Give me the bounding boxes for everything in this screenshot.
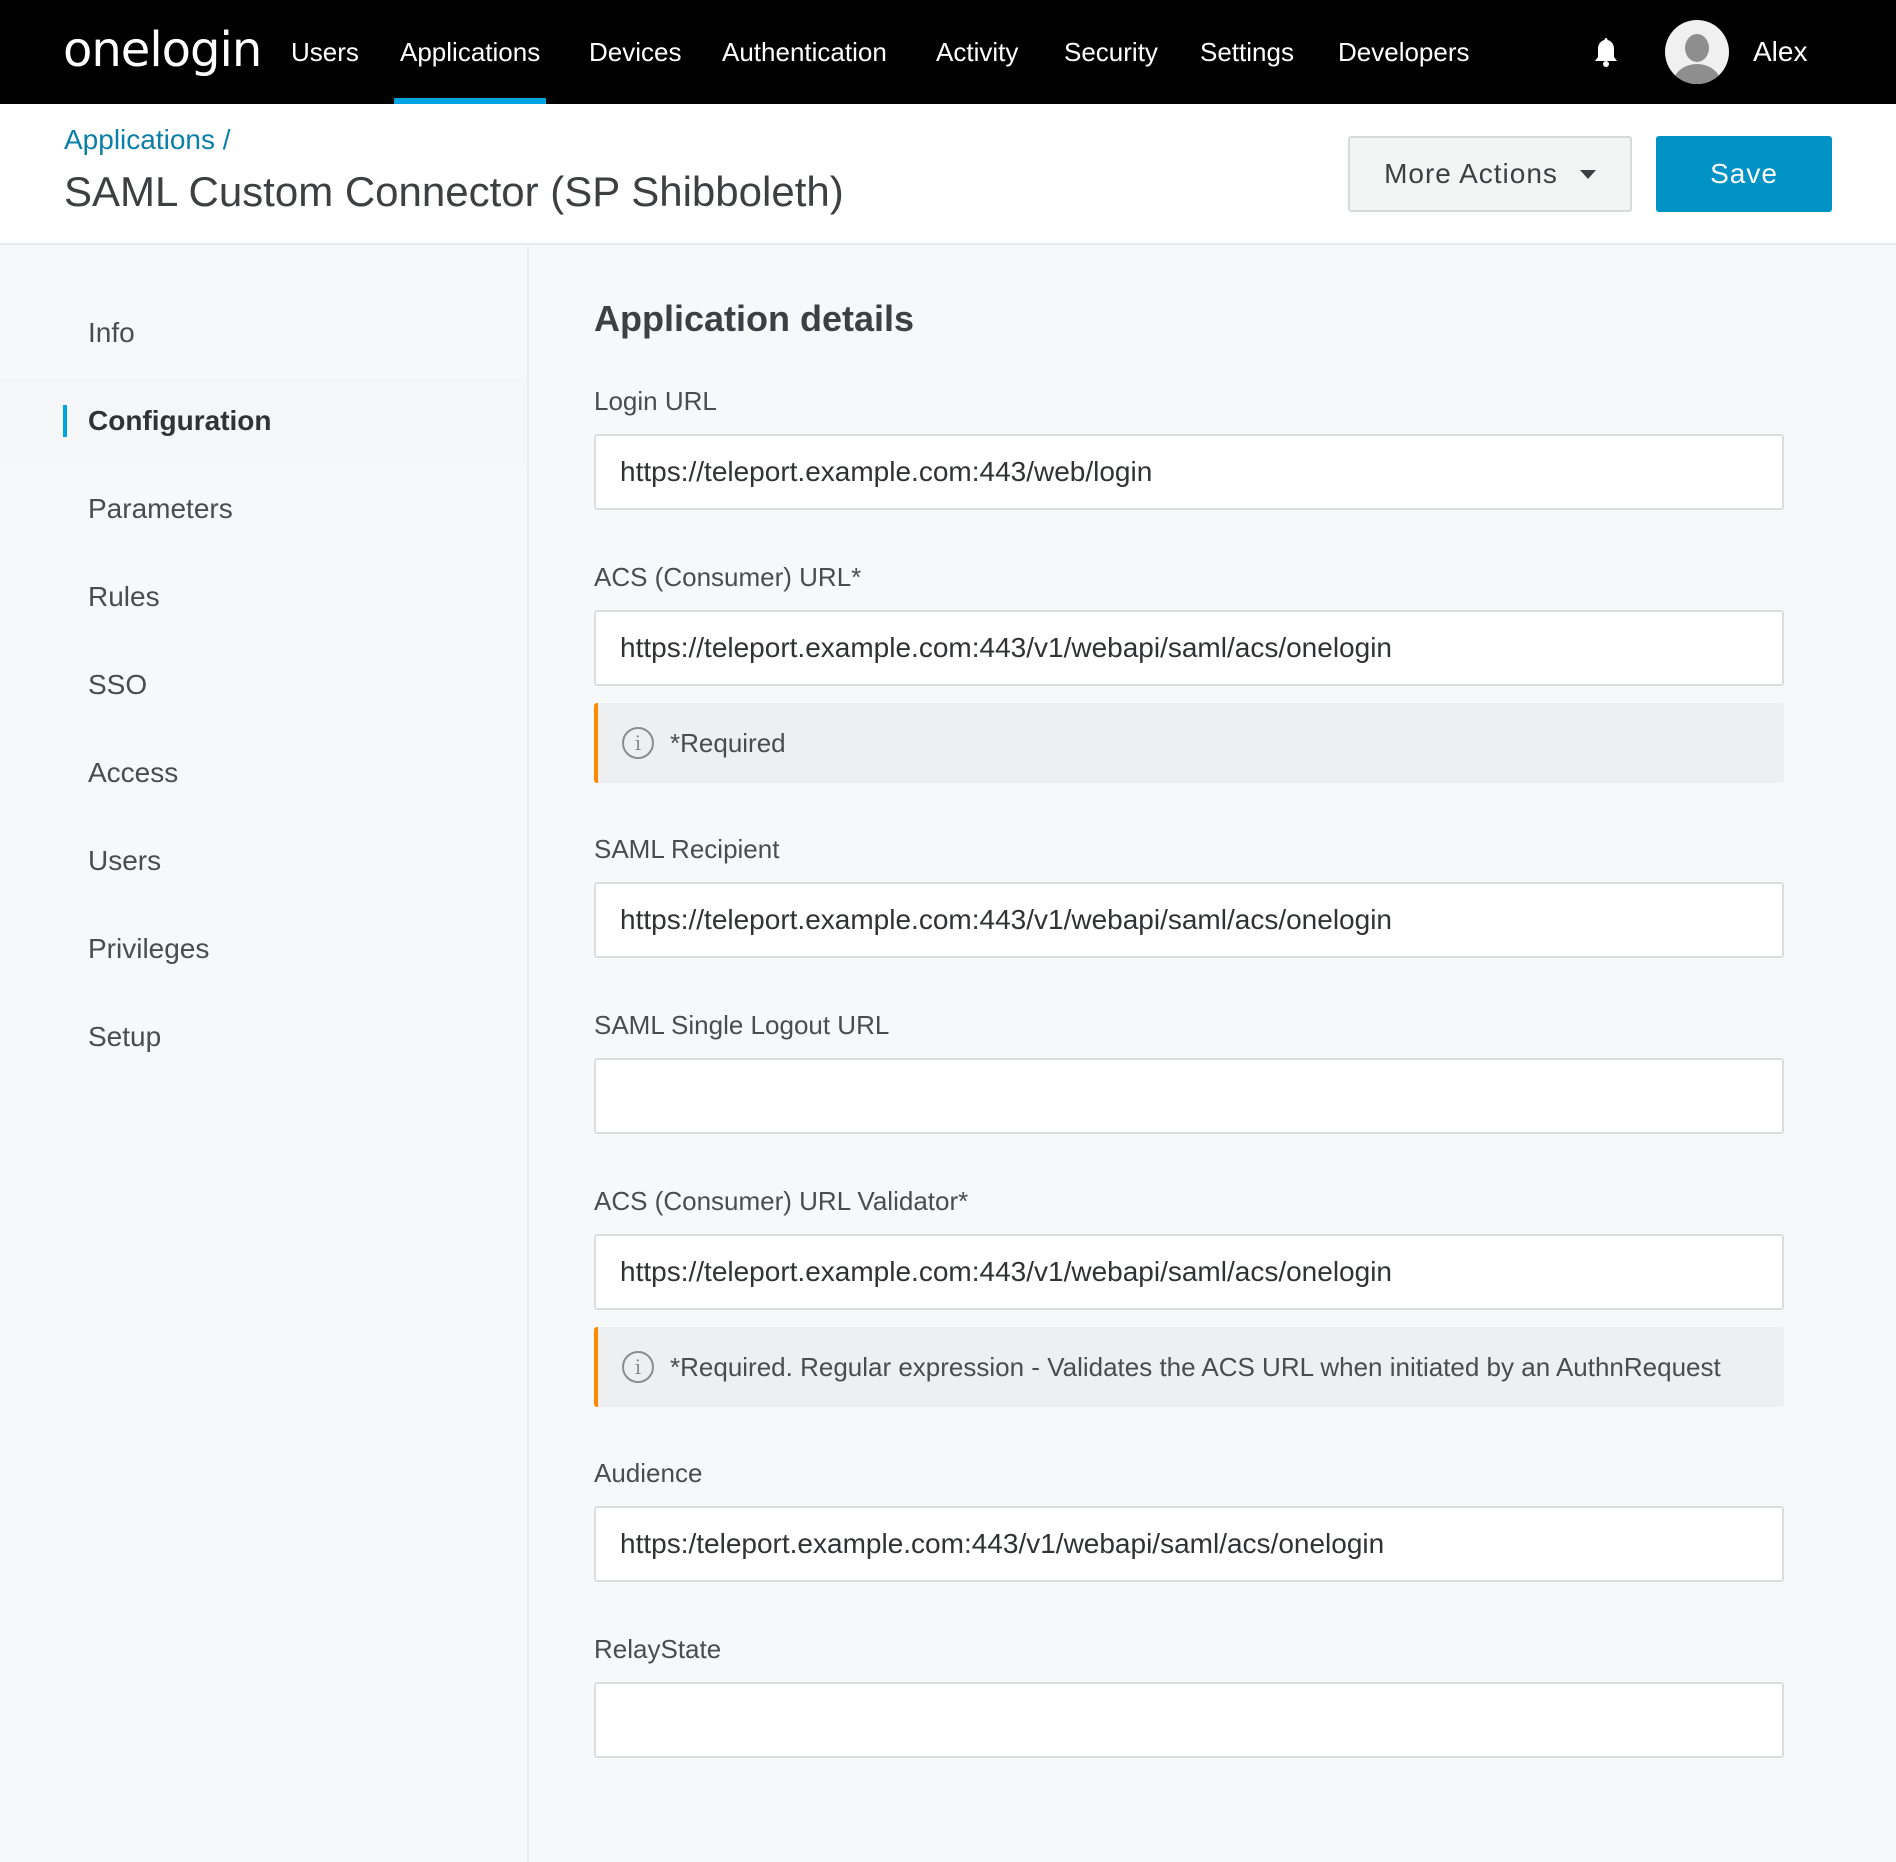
nav-item-settings[interactable]: Settings (1200, 0, 1294, 104)
saml-logout-url-input[interactable] (594, 1058, 1784, 1134)
sidebar-item-info[interactable]: Info (0, 289, 527, 377)
relay-state-label: RelayState (594, 1634, 722, 1664)
sidebar-item-setup[interactable]: Setup (0, 993, 527, 1081)
avatar-head (1685, 34, 1709, 62)
login-url-input[interactable] (594, 434, 1784, 510)
acs-url-validator-input[interactable] (594, 1234, 1784, 1310)
section-title: Application details (594, 298, 915, 339)
avatar-body (1673, 64, 1721, 84)
caret-down-icon (1579, 169, 1596, 179)
sidebar-item-access[interactable]: Access (0, 729, 527, 817)
acs-url-validator-notice-text: *Required. Regular expression - Validate… (670, 1351, 1721, 1382)
nav-item-developers[interactable]: Developers (1338, 0, 1470, 104)
relay-state-input[interactable] (594, 1682, 1784, 1758)
nav-item-applications[interactable]: Applications (393, 0, 547, 104)
sidebar-item-rules[interactable]: Rules (0, 553, 527, 641)
nav-item-activity[interactable]: Activity (936, 0, 1018, 104)
acs-url-notice-text: *Required (670, 727, 786, 758)
sidebar: Info Configuration Parameters Rules SSO … (0, 246, 529, 1862)
onelogin-logo[interactable]: onelogin (63, 22, 262, 78)
acs-url-input[interactable] (594, 610, 1784, 686)
breadcrumb-applications[interactable]: Applications / (64, 124, 231, 156)
saml-logout-url-label: SAML Single Logout URL (594, 1010, 890, 1040)
audience-input[interactable] (594, 1506, 1784, 1582)
sidebar-item-parameters[interactable]: Parameters (0, 465, 527, 553)
bell-icon[interactable] (1592, 36, 1620, 68)
acs-url-validator-notice: i *Required. Regular expression - Valida… (594, 1327, 1784, 1407)
save-button[interactable]: Save (1656, 136, 1832, 212)
sidebar-item-configuration[interactable]: Configuration (0, 377, 527, 465)
username[interactable]: Alex (1753, 0, 1807, 104)
acs-url-validator-label: ACS (Consumer) URL Validator* (594, 1186, 969, 1216)
user-avatar-icon[interactable] (1665, 20, 1729, 84)
nav-item-devices[interactable]: Devices (589, 0, 681, 104)
sidebar-item-users[interactable]: Users (0, 817, 527, 905)
audience-label: Audience (594, 1458, 703, 1488)
saml-recipient-label: SAML Recipient (594, 834, 780, 864)
top-navigation-bar: onelogin Users Applications Devices Auth… (0, 0, 1896, 104)
nav-item-users[interactable]: Users (291, 0, 359, 104)
acs-url-required-notice: i *Required (594, 703, 1784, 783)
sidebar-item-privileges[interactable]: Privileges (0, 905, 527, 993)
page-header: Applications / SAML Custom Connector (SP… (0, 104, 1896, 245)
login-url-label: Login URL (594, 386, 717, 416)
page-title: SAML Custom Connector (SP Shibboleth) (64, 168, 844, 215)
more-actions-button[interactable]: More Actions (1348, 136, 1632, 212)
sidebar-item-sso[interactable]: SSO (0, 641, 527, 729)
info-icon: i (622, 1351, 654, 1383)
more-actions-label: More Actions (1384, 158, 1558, 189)
acs-url-label: ACS (Consumer) URL* (594, 562, 862, 592)
nav-item-authentication[interactable]: Authentication (722, 0, 887, 104)
info-icon: i (622, 727, 654, 759)
main-content: Application details Login URL ACS (Consu… (531, 246, 1896, 1862)
nav-item-security[interactable]: Security (1064, 0, 1158, 104)
saml-recipient-input[interactable] (594, 882, 1784, 958)
